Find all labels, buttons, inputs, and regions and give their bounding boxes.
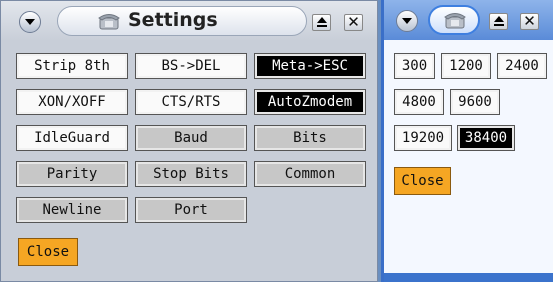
cts-rts-toggle[interactable]: CTS/RTS [135,89,247,115]
baud-19200-button[interactable]: 19200 [394,125,452,151]
close-icon: ✕ [347,13,360,31]
window-menu-button[interactable] [19,11,41,33]
baud-2400-button[interactable]: 2400 [497,53,547,79]
settings-title: Settings [128,9,218,31]
window-bottom-border [384,273,553,282]
baud-38400-button[interactable]: 38400 [457,125,515,151]
chevron-down-icon [402,18,412,24]
phone-icon [98,14,120,30]
baud-title-pill[interactable] [428,5,480,35]
settings-title-pill[interactable]: Settings [57,6,307,36]
baud-button[interactable]: Baud [135,125,247,151]
bits-button[interactable]: Bits [254,125,366,151]
close-icon: ✕ [523,12,536,30]
close-window-button[interactable]: ✕ [520,12,539,30]
baud-4800-button[interactable]: 4800 [394,89,444,115]
window-menu-button[interactable] [396,10,418,32]
strip-8th-toggle[interactable]: Strip 8th [16,53,128,79]
baud-300-button[interactable]: 300 [394,53,435,79]
settings-titlebar[interactable]: Settings ✕ [1,1,377,41]
stop-bits-button[interactable]: Stop Bits [135,161,247,187]
common-button[interactable]: Common [254,161,366,187]
baud-9600-button[interactable]: 9600 [450,89,500,115]
shade-icon [317,17,327,23]
idleguard-toggle[interactable]: IdleGuard [16,125,128,151]
chevron-down-icon [25,19,35,25]
close-button[interactable]: Close [18,238,78,266]
xon-xoff-toggle[interactable]: XON/XOFF [16,89,128,115]
phone-icon [444,13,466,29]
shade-button[interactable] [489,13,508,30]
shade-icon [494,16,504,22]
bs-del-toggle[interactable]: BS->DEL [135,53,247,79]
port-button[interactable]: Port [135,197,247,223]
shade-button[interactable] [312,14,331,31]
parity-button[interactable]: Parity [16,161,128,187]
autozmodem-toggle[interactable]: AutoZmodem [254,89,366,115]
baud-titlebar[interactable]: ✕ [384,0,553,40]
meta-esc-toggle[interactable]: Meta->ESC [254,53,366,79]
newline-button[interactable]: Newline [16,197,128,223]
baud-1200-button[interactable]: 1200 [441,53,491,79]
close-window-button[interactable]: ✕ [344,13,363,31]
baud-close-button[interactable]: Close [394,167,451,195]
